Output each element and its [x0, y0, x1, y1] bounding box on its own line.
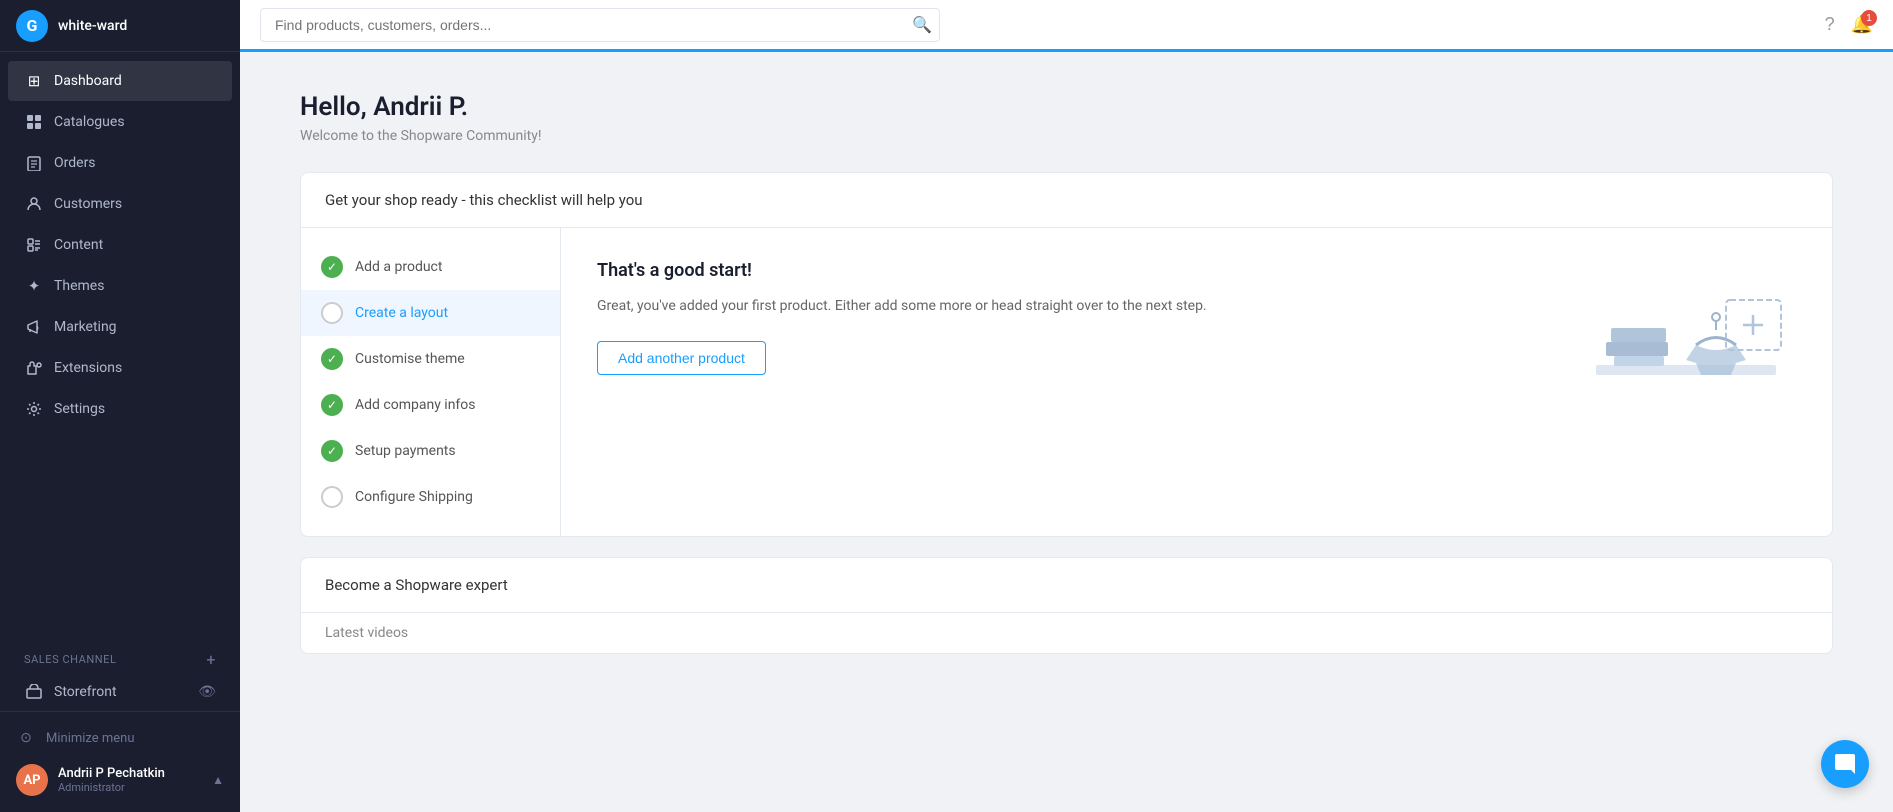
- sidebar-item-orders[interactable]: Orders: [8, 143, 232, 183]
- sidebar-item-label: Settings: [54, 401, 105, 417]
- user-menu-chevron[interactable]: ▲: [212, 773, 224, 787]
- sales-channel-section: Sales Channel +: [0, 638, 240, 673]
- page-content: Hello, Andrii P. Welcome to the Shopware…: [240, 52, 1893, 812]
- checklist-item-customise-theme[interactable]: ✓ Customise theme: [301, 336, 560, 382]
- avatar: AP: [16, 764, 48, 796]
- catalogues-icon: [24, 112, 44, 132]
- sidebar-item-content[interactable]: Content: [8, 225, 232, 265]
- sidebar-item-label: Themes: [54, 278, 104, 294]
- checklist-step-detail: That's a good start! Great, you've added…: [561, 228, 1832, 536]
- settings-icon: [24, 399, 44, 419]
- search-bar: 🔍: [260, 8, 940, 42]
- sidebar-item-storefront[interactable]: Storefront 👁: [8, 674, 232, 710]
- user-role: Administrator: [58, 781, 212, 794]
- user-name: Andrii P Pechatkin: [58, 766, 212, 781]
- customers-icon: [24, 194, 44, 214]
- sidebar-item-label: Dashboard: [54, 73, 122, 89]
- sidebar-item-extensions[interactable]: Extensions: [8, 348, 232, 388]
- dashboard-icon: ⊞: [24, 71, 44, 91]
- content-icon: [24, 235, 44, 255]
- sidebar-item-catalogues[interactable]: Catalogues: [8, 102, 232, 142]
- sidebar-item-label: Marketing: [54, 319, 117, 335]
- user-details: Andrii P Pechatkin Administrator: [58, 766, 212, 794]
- expert-card: Become a Shopware expert Latest videos: [300, 557, 1833, 654]
- sidebar-item-marketing[interactable]: Marketing: [8, 307, 232, 347]
- page-greeting: Hello, Andrii P.: [300, 92, 1833, 122]
- sidebar: G white-ward ⊞ Dashboard Catalogues Orde…: [0, 0, 240, 812]
- step-illustration: [1576, 260, 1796, 440]
- marketing-icon: [24, 317, 44, 337]
- check-circle-company-infos: ✓: [321, 394, 343, 416]
- checklist-steps: ✓ Add a product Create a layout ✓ Custom…: [301, 228, 561, 536]
- minimize-menu-btn[interactable]: ⊙ Minimize menu: [16, 720, 224, 756]
- sidebar-item-dashboard[interactable]: ⊞ Dashboard: [8, 61, 232, 101]
- sidebar-header: G white-ward: [0, 0, 240, 52]
- checklist-item-company-infos[interactable]: ✓ Add company infos: [301, 382, 560, 428]
- store-name: white-ward: [58, 18, 127, 34]
- help-button[interactable]: ?: [1825, 14, 1835, 35]
- main-content: 🔍 ? 🔔 1 Hello, Andrii P. Welcome to the …: [240, 0, 1893, 812]
- sidebar-item-themes[interactable]: ✦ Themes: [8, 266, 232, 306]
- latest-videos-label: Latest videos: [301, 612, 1832, 653]
- sidebar-logo: G: [16, 10, 48, 42]
- step-description: Great, you've added your first product. …: [597, 295, 1576, 317]
- topbar-actions: ? 🔔 1: [1825, 14, 1873, 35]
- check-circle-setup-payments: ✓: [321, 440, 343, 462]
- check-circle-configure-shipping: [321, 486, 343, 508]
- user-info: AP Andrii P Pechatkin Administrator ▲: [16, 756, 224, 804]
- checklist-item-configure-shipping[interactable]: Configure Shipping: [301, 474, 560, 520]
- search-button[interactable]: 🔍: [912, 15, 932, 35]
- check-circle-create-layout: [321, 302, 343, 324]
- notification-badge: 1: [1861, 10, 1877, 26]
- storefront-visibility-icon[interactable]: 👁: [198, 684, 216, 700]
- chat-button[interactable]: [1821, 740, 1869, 788]
- themes-icon: ✦: [24, 276, 44, 296]
- storefront-icon: [24, 682, 44, 702]
- expert-card-header: Become a Shopware expert: [301, 558, 1832, 612]
- sidebar-item-label: Catalogues: [54, 114, 125, 130]
- check-circle-add-product: ✓: [321, 256, 343, 278]
- checklist-card: Get your shop ready - this checklist wil…: [300, 172, 1833, 537]
- notification-button[interactable]: 🔔 1: [1851, 14, 1873, 35]
- checklist-body: ✓ Add a product Create a layout ✓ Custom…: [301, 228, 1832, 536]
- checklist-item-add-product[interactable]: ✓ Add a product: [301, 244, 560, 290]
- check-circle-customise-theme: ✓: [321, 348, 343, 370]
- sidebar-item-customers[interactable]: Customers: [8, 184, 232, 224]
- sidebar-item-label: Extensions: [54, 360, 122, 376]
- sidebar-footer: ⊙ Minimize menu AP Andrii P Pechatkin Ad…: [0, 711, 240, 812]
- add-sales-channel-btn[interactable]: +: [206, 650, 216, 669]
- sidebar-item-label: Customers: [54, 196, 122, 212]
- sidebar-item-label: Content: [54, 237, 103, 253]
- sidebar-nav: ⊞ Dashboard Catalogues Orders Customers: [0, 52, 240, 638]
- search-input[interactable]: [260, 8, 940, 42]
- step-title: That's a good start!: [597, 260, 1576, 281]
- checklist-item-create-layout[interactable]: Create a layout: [301, 290, 560, 336]
- add-another-product-button[interactable]: Add another product: [597, 341, 766, 375]
- sidebar-item-settings[interactable]: Settings: [8, 389, 232, 429]
- page-subtitle: Welcome to the Shopware Community!: [300, 128, 1833, 144]
- extensions-icon: [24, 358, 44, 378]
- sidebar-item-label: Orders: [54, 155, 96, 171]
- checklist-card-header: Get your shop ready - this checklist wil…: [301, 173, 1832, 228]
- checklist-item-setup-payments[interactable]: ✓ Setup payments: [301, 428, 560, 474]
- topbar: 🔍 ? 🔔 1: [240, 0, 1893, 52]
- minimize-icon: ⊙: [16, 728, 36, 748]
- orders-icon: [24, 153, 44, 173]
